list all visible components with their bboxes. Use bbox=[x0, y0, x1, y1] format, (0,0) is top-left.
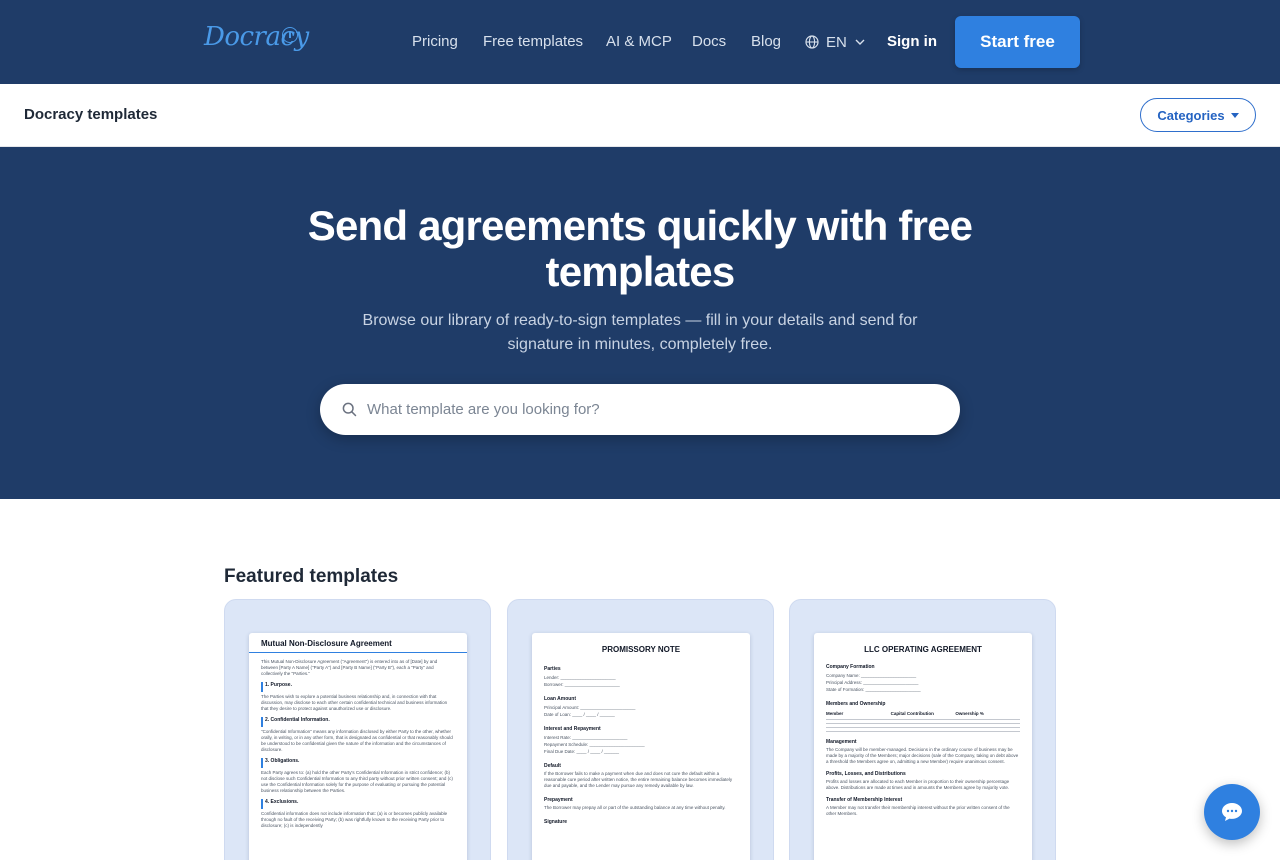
doc-field: Repayment Schedule: ____________________… bbox=[544, 742, 645, 747]
col-member: Member bbox=[826, 711, 844, 716]
categories-label: Categories bbox=[1157, 107, 1225, 123]
hero-title: Send agreements quickly with free templa… bbox=[307, 202, 973, 295]
hero-section: Send agreements quickly with free templa… bbox=[0, 147, 1280, 499]
doc-title: Mutual Non-Disclosure Agreement bbox=[249, 633, 467, 653]
nav-docs[interactable]: Docs bbox=[692, 33, 726, 50]
table-rule bbox=[826, 723, 1020, 724]
document-preview: PROMISSORY NOTE Parties Lender: ________… bbox=[532, 633, 750, 860]
doc-intro: This Mutual Non-Disclosure Agreement ("A… bbox=[261, 659, 438, 676]
language-selector[interactable]: EN bbox=[805, 33, 872, 51]
table-rule bbox=[826, 727, 1020, 728]
table-rule bbox=[826, 719, 1020, 720]
doc-section-heading: Members and Ownership bbox=[826, 701, 886, 707]
language-label: EN bbox=[826, 33, 847, 51]
document-preview: Mutual Non-Disclosure Agreement This Mut… bbox=[249, 633, 467, 860]
doc-field: Principal Amount: ______________________ bbox=[544, 705, 636, 710]
doc-section-text: Each Party agrees to: (a) hold the other… bbox=[261, 770, 453, 793]
col-capital: Capital Contribution bbox=[890, 711, 934, 716]
section-marker-icon bbox=[261, 717, 263, 727]
doc-section-heading: 1. Purpose. bbox=[265, 682, 292, 688]
categories-button[interactable]: Categories bbox=[1140, 98, 1256, 132]
section-marker-icon bbox=[261, 799, 263, 809]
doc-section-text: Confidential information does not includ… bbox=[261, 811, 448, 828]
doc-field: Lender: ______________________ bbox=[544, 675, 616, 680]
doc-section-text: Profits and losses are allocated to each… bbox=[826, 779, 1010, 790]
doc-section-heading: Transfer of Membership Interest bbox=[826, 797, 903, 803]
doc-section-heading: 2. Confidential Information. bbox=[265, 717, 330, 723]
doc-field: State of Formation: ____________________… bbox=[826, 687, 921, 692]
nav-blog[interactable]: Blog bbox=[751, 33, 781, 50]
doc-section-heading: Profits, Losses, and Distributions bbox=[826, 771, 906, 777]
top-navigation: Docracy Pricing Free templates AI & MCP … bbox=[0, 0, 1280, 84]
doc-section-text: If the Borrower fails to make a payment … bbox=[544, 771, 733, 788]
chevron-down-icon bbox=[855, 39, 865, 45]
doc-section-heading: Management bbox=[826, 739, 857, 745]
doc-section-heading: 4. Exclusions. bbox=[265, 799, 299, 805]
template-card-llc-operating-agreement[interactable]: LLC OPERATING AGREEMENT Company Formatio… bbox=[789, 599, 1056, 860]
templates-subheader: Docracy templates Categories bbox=[0, 84, 1280, 147]
doc-section-text: "Confidential Information" means any inf… bbox=[261, 729, 453, 752]
section-marker-icon bbox=[261, 758, 263, 768]
featured-title: Featured templates bbox=[224, 566, 399, 587]
template-card-nda[interactable]: Mutual Non-Disclosure Agreement This Mut… bbox=[224, 599, 491, 860]
nav-free-templates[interactable]: Free templates bbox=[483, 33, 583, 50]
doc-section-text: A Member may not transfer their membersh… bbox=[826, 805, 1010, 816]
doc-field: Date of Loan: ____ / ____ / ______ bbox=[544, 712, 615, 717]
doc-section-text: The Company will be member-managed. Deci… bbox=[826, 747, 1019, 764]
doc-section-text: The Parties wish to explore a potential … bbox=[261, 694, 448, 711]
doc-section-heading: Interest and Repayment bbox=[544, 726, 601, 732]
hero-subtitle: Browse our library of ready-to-sign temp… bbox=[362, 312, 918, 353]
doc-title: PROMISSORY NOTE bbox=[601, 645, 681, 654]
doc-section-heading: Company Formation bbox=[826, 664, 875, 670]
chat-button[interactable] bbox=[1204, 784, 1260, 840]
doc-field: Interest Rate: ______________________ bbox=[544, 735, 628, 740]
caret-down-icon bbox=[1230, 112, 1239, 118]
document-preview: LLC OPERATING AGREEMENT Company Formatio… bbox=[814, 633, 1032, 860]
doc-section-text: The Borrower may prepay all or part of t… bbox=[544, 805, 726, 810]
template-card-promissory-note[interactable]: PROMISSORY NOTE Parties Lender: ________… bbox=[507, 599, 774, 860]
col-ownership: Ownership % bbox=[955, 711, 984, 716]
doc-field: Borrower: ______________________ bbox=[544, 682, 620, 687]
search-input[interactable] bbox=[367, 401, 927, 418]
doc-field: Principal Address: _____________________… bbox=[826, 680, 919, 685]
search-bar[interactable] bbox=[320, 384, 960, 435]
search-icon bbox=[342, 402, 357, 417]
doc-field: Company Name: ______________________ bbox=[826, 673, 917, 678]
nav-pricing[interactable]: Pricing bbox=[412, 33, 458, 50]
table-rule bbox=[826, 731, 1020, 732]
ownership-table-header: Member Capital Contribution Ownership % bbox=[826, 711, 1020, 716]
doc-section-heading: Signature bbox=[544, 819, 568, 825]
doc-field: Final Due Date: ____ / ____ / ______ bbox=[544, 749, 620, 754]
start-free-button[interactable]: Start free bbox=[955, 16, 1080, 68]
logo-mark-icon bbox=[282, 27, 298, 43]
doc-section-heading: Loan Amount bbox=[544, 696, 577, 702]
chat-icon bbox=[1222, 803, 1242, 821]
sign-in-link[interactable]: Sign in bbox=[887, 33, 937, 50]
doc-section-heading: Default bbox=[544, 763, 561, 769]
nav-ai-mcp[interactable]: AI & MCP bbox=[606, 33, 672, 50]
subheader-title: Docracy templates bbox=[24, 106, 158, 123]
section-marker-icon bbox=[261, 682, 263, 692]
globe-icon bbox=[805, 35, 819, 49]
doc-section-heading: Parties bbox=[544, 666, 561, 672]
doc-section-heading: Prepayment bbox=[544, 797, 573, 803]
doc-section-heading: 3. Obligations. bbox=[265, 758, 300, 764]
doc-title: LLC OPERATING AGREEMENT bbox=[864, 645, 982, 654]
